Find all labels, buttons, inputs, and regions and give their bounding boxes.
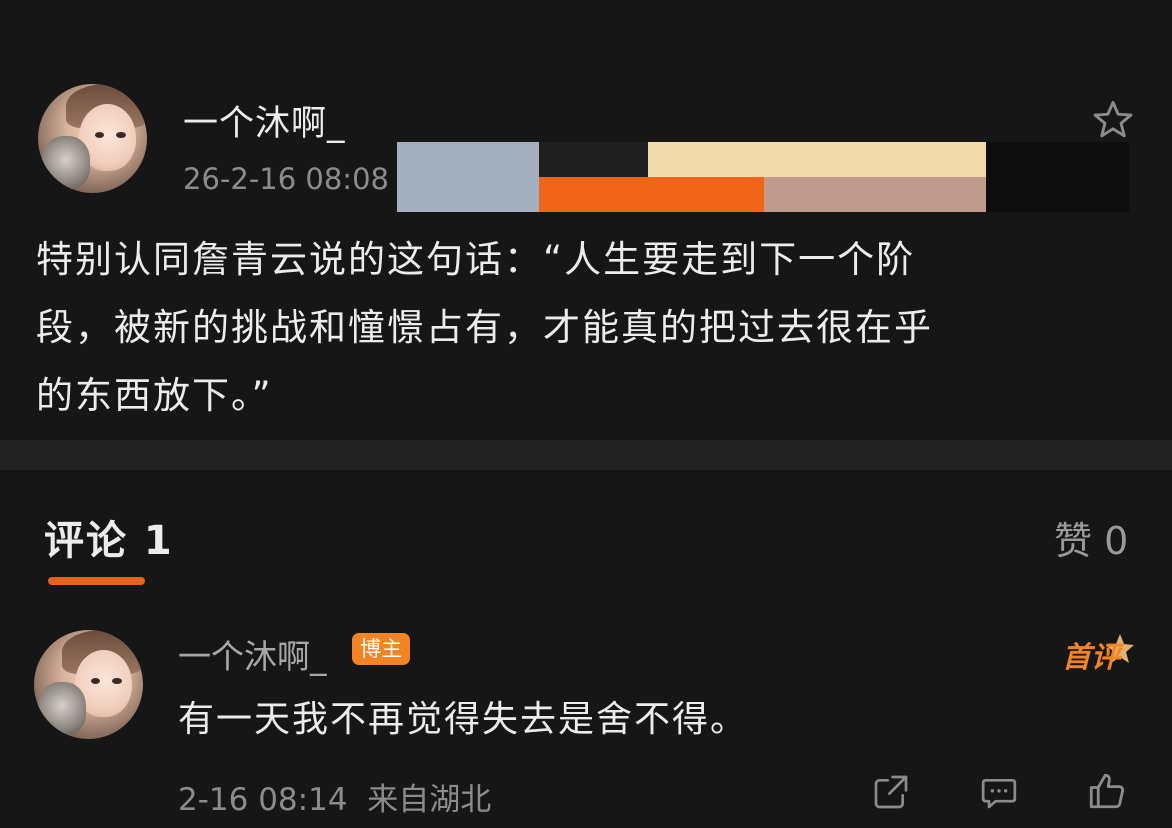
comment-author-avatar[interactable] xyxy=(34,630,143,739)
post-body-line: 的东西放下。” xyxy=(36,374,273,417)
post-author-name[interactable]: 一个沐啊_ xyxy=(183,95,346,146)
post-timestamp: 26-2-16 08:08 xyxy=(183,162,389,196)
post-author-avatar[interactable] xyxy=(38,84,147,193)
comment-icon[interactable] xyxy=(978,772,1020,812)
redaction-swatch xyxy=(648,142,986,177)
post-body-line: 特别认同詹青云说的这句话：“人生要走到下一个阶 xyxy=(36,238,916,281)
redaction-swatch xyxy=(539,177,764,212)
redaction-block xyxy=(397,142,1129,212)
tab-comments-underline xyxy=(48,577,145,585)
redaction-swatch xyxy=(397,142,539,212)
post-body: 特别认同詹青云说的这句话：“人生要走到下一个阶 段，被新的挑战和憧憬占有，才能真… xyxy=(36,226,1146,430)
comment-meta: 2-16 08:14 来自湖北 xyxy=(178,782,492,818)
likes-count[interactable]: 赞 0 xyxy=(1054,510,1128,565)
redaction-swatch xyxy=(764,177,986,212)
share-icon[interactable] xyxy=(871,772,911,812)
thumbs-up-icon[interactable] xyxy=(1086,770,1128,812)
tab-comments[interactable]: 评论 1 xyxy=(44,508,174,566)
post-body-line: 段，被新的挑战和憧憬占有，才能真的把过去很在乎 xyxy=(36,306,933,349)
redaction-swatch xyxy=(539,142,648,177)
first-comment-label: 首评 xyxy=(1062,640,1121,674)
redaction-swatch xyxy=(986,142,1129,212)
blogger-badge: 博主 xyxy=(352,633,410,665)
comment-author-name[interactable]: 一个沐啊_ xyxy=(178,630,327,678)
star-icon[interactable] xyxy=(1090,97,1136,143)
comment-text: 有一天我不再觉得失去是舍不得。 xyxy=(178,699,749,740)
section-divider xyxy=(0,440,1172,470)
first-comment-badge: 首评 xyxy=(1062,632,1138,674)
